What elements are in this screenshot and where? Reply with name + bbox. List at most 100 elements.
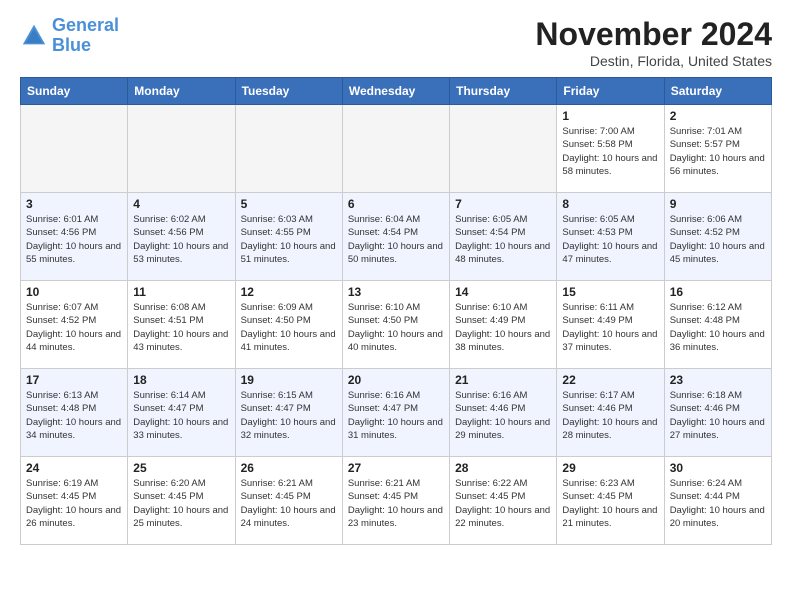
day-number: 12	[241, 285, 337, 299]
calendar-cell: 19Sunrise: 6:15 AM Sunset: 4:47 PM Dayli…	[235, 369, 342, 457]
day-number: 11	[133, 285, 229, 299]
calendar-cell: 16Sunrise: 6:12 AM Sunset: 4:48 PM Dayli…	[664, 281, 771, 369]
day-info: Sunrise: 6:14 AM Sunset: 4:47 PM Dayligh…	[133, 389, 229, 442]
day-info: Sunrise: 6:03 AM Sunset: 4:55 PM Dayligh…	[241, 213, 337, 266]
calendar-cell: 15Sunrise: 6:11 AM Sunset: 4:49 PM Dayli…	[557, 281, 664, 369]
day-number: 2	[670, 109, 766, 123]
day-info: Sunrise: 6:08 AM Sunset: 4:51 PM Dayligh…	[133, 301, 229, 354]
day-info: Sunrise: 6:18 AM Sunset: 4:46 PM Dayligh…	[670, 389, 766, 442]
calendar-cell: 23 Sunrise: 6:18 AM Sunset: 4:46 PM Dayli…	[664, 369, 771, 457]
logo: General Blue	[20, 16, 119, 56]
day-number: 3	[26, 197, 122, 211]
calendar-cell	[342, 105, 449, 193]
day-info: Sunrise: 6:21 AM Sunset: 4:45 PM Dayligh…	[241, 477, 337, 530]
calendar-cell: 29 Sunrise: 6:23 AM Sunset: 4:45 PM Dayli…	[557, 457, 664, 545]
day-number: 13	[348, 285, 444, 299]
calendar-cell	[21, 105, 128, 193]
month-title: November 2024	[535, 16, 772, 53]
day-number: 22	[562, 373, 658, 387]
day-info: Sunrise: 6:19 AM Sunset: 4:45 PM Dayligh…	[26, 477, 122, 530]
day-number: 5	[241, 197, 337, 211]
day-number: 24	[26, 461, 122, 475]
day-number: 6	[348, 197, 444, 211]
calendar-cell: 25 Sunrise: 6:20 AM Sunset: 4:45 PM Dayli…	[128, 457, 235, 545]
weekday-header: Saturday	[664, 78, 771, 105]
day-info: Sunrise: 6:12 AM Sunset: 4:48 PM Dayligh…	[670, 301, 766, 354]
day-info: Sunrise: 6:20 AM Sunset: 4:45 PM Dayligh…	[133, 477, 229, 530]
day-info: Sunrise: 6:07 AM Sunset: 4:52 PM Dayligh…	[26, 301, 122, 354]
weekday-header: Wednesday	[342, 78, 449, 105]
calendar-cell: 13 Sunrise: 6:10 AM Sunset: 4:50 PM Dayli…	[342, 281, 449, 369]
weekday-header-row: SundayMondayTuesdayWednesdayThursdayFrid…	[21, 78, 772, 105]
day-number: 28	[455, 461, 551, 475]
day-info: Sunrise: 6:17 AM Sunset: 4:46 PM Dayligh…	[562, 389, 658, 442]
calendar-cell: 14Sunrise: 6:10 AM Sunset: 4:49 PM Dayli…	[450, 281, 557, 369]
calendar-week-row: 24 Sunrise: 6:19 AM Sunset: 4:45 PM Dayli…	[21, 457, 772, 545]
calendar-cell: 2 Sunrise: 7:01 AM Sunset: 5:57 PM Daylig…	[664, 105, 771, 193]
header: General Blue November 2024 Destin, Flori…	[20, 16, 772, 69]
calendar-cell: 28 Sunrise: 6:22 AM Sunset: 4:45 PM Dayli…	[450, 457, 557, 545]
weekday-header: Friday	[557, 78, 664, 105]
day-number: 25	[133, 461, 229, 475]
day-info: Sunrise: 6:02 AM Sunset: 4:56 PM Dayligh…	[133, 213, 229, 266]
calendar-cell	[128, 105, 235, 193]
day-number: 8	[562, 197, 658, 211]
day-number: 1	[562, 109, 658, 123]
weekday-header: Thursday	[450, 78, 557, 105]
day-number: 7	[455, 197, 551, 211]
calendar-week-row: 3 Sunrise: 6:01 AM Sunset: 4:56 PM Daylig…	[21, 193, 772, 281]
calendar-cell: 11 Sunrise: 6:08 AM Sunset: 4:51 PM Dayli…	[128, 281, 235, 369]
logo-icon	[20, 22, 48, 50]
day-number: 9	[670, 197, 766, 211]
day-info: Sunrise: 6:05 AM Sunset: 4:53 PM Dayligh…	[562, 213, 658, 266]
day-info: Sunrise: 6:05 AM Sunset: 4:54 PM Dayligh…	[455, 213, 551, 266]
day-info: Sunrise: 6:01 AM Sunset: 4:56 PM Dayligh…	[26, 213, 122, 266]
calendar-cell: 9 Sunrise: 6:06 AM Sunset: 4:52 PM Daylig…	[664, 193, 771, 281]
day-number: 29	[562, 461, 658, 475]
day-number: 10	[26, 285, 122, 299]
calendar-cell: 22 Sunrise: 6:17 AM Sunset: 4:46 PM Dayli…	[557, 369, 664, 457]
calendar-cell: 26Sunrise: 6:21 AM Sunset: 4:45 PM Dayli…	[235, 457, 342, 545]
day-info: Sunrise: 6:04 AM Sunset: 4:54 PM Dayligh…	[348, 213, 444, 266]
calendar-cell: 12 Sunrise: 6:09 AM Sunset: 4:50 PM Dayli…	[235, 281, 342, 369]
day-info: Sunrise: 6:24 AM Sunset: 4:44 PM Dayligh…	[670, 477, 766, 530]
calendar-cell: 8 Sunrise: 6:05 AM Sunset: 4:53 PM Daylig…	[557, 193, 664, 281]
calendar-cell: 3 Sunrise: 6:01 AM Sunset: 4:56 PM Daylig…	[21, 193, 128, 281]
calendar-cell: 18 Sunrise: 6:14 AM Sunset: 4:47 PM Dayli…	[128, 369, 235, 457]
calendar-cell	[450, 105, 557, 193]
day-number: 20	[348, 373, 444, 387]
calendar-week-row: 17Sunrise: 6:13 AM Sunset: 4:48 PM Dayli…	[21, 369, 772, 457]
calendar-week-row: 1 Sunrise: 7:00 AM Sunset: 5:58 PM Daylig…	[21, 105, 772, 193]
day-number: 17	[26, 373, 122, 387]
weekday-header: Tuesday	[235, 78, 342, 105]
day-info: Sunrise: 6:16 AM Sunset: 4:47 PM Dayligh…	[348, 389, 444, 442]
day-info: Sunrise: 6:23 AM Sunset: 4:45 PM Dayligh…	[562, 477, 658, 530]
calendar-cell: 20 Sunrise: 6:16 AM Sunset: 4:47 PM Dayli…	[342, 369, 449, 457]
day-info: Sunrise: 6:22 AM Sunset: 4:45 PM Dayligh…	[455, 477, 551, 530]
day-number: 23	[670, 373, 766, 387]
logo-text: General Blue	[52, 16, 119, 56]
day-info: Sunrise: 7:01 AM Sunset: 5:57 PM Dayligh…	[670, 125, 766, 178]
calendar-cell: 6 Sunrise: 6:04 AM Sunset: 4:54 PM Daylig…	[342, 193, 449, 281]
calendar-cell: 27Sunrise: 6:21 AM Sunset: 4:45 PM Dayli…	[342, 457, 449, 545]
title-area: November 2024 Destin, Florida, United St…	[535, 16, 772, 69]
calendar-week-row: 10 Sunrise: 6:07 AM Sunset: 4:52 PM Dayli…	[21, 281, 772, 369]
day-number: 18	[133, 373, 229, 387]
calendar-cell: 4 Sunrise: 6:02 AM Sunset: 4:56 PM Daylig…	[128, 193, 235, 281]
day-info: Sunrise: 6:10 AM Sunset: 4:50 PM Dayligh…	[348, 301, 444, 354]
calendar-cell: 5 Sunrise: 6:03 AM Sunset: 4:55 PM Daylig…	[235, 193, 342, 281]
calendar-cell	[235, 105, 342, 193]
day-info: Sunrise: 6:09 AM Sunset: 4:50 PM Dayligh…	[241, 301, 337, 354]
day-number: 14	[455, 285, 551, 299]
day-number: 4	[133, 197, 229, 211]
calendar-cell: 17Sunrise: 6:13 AM Sunset: 4:48 PM Dayli…	[21, 369, 128, 457]
calendar-cell: 7 Sunrise: 6:05 AM Sunset: 4:54 PM Daylig…	[450, 193, 557, 281]
day-number: 21	[455, 373, 551, 387]
day-info: Sunrise: 6:16 AM Sunset: 4:46 PM Dayligh…	[455, 389, 551, 442]
weekday-header: Sunday	[21, 78, 128, 105]
day-info: Sunrise: 6:06 AM Sunset: 4:52 PM Dayligh…	[670, 213, 766, 266]
day-number: 19	[241, 373, 337, 387]
calendar-cell: 1 Sunrise: 7:00 AM Sunset: 5:58 PM Daylig…	[557, 105, 664, 193]
calendar-cell: 24 Sunrise: 6:19 AM Sunset: 4:45 PM Dayli…	[21, 457, 128, 545]
day-info: Sunrise: 7:00 AM Sunset: 5:58 PM Dayligh…	[562, 125, 658, 178]
